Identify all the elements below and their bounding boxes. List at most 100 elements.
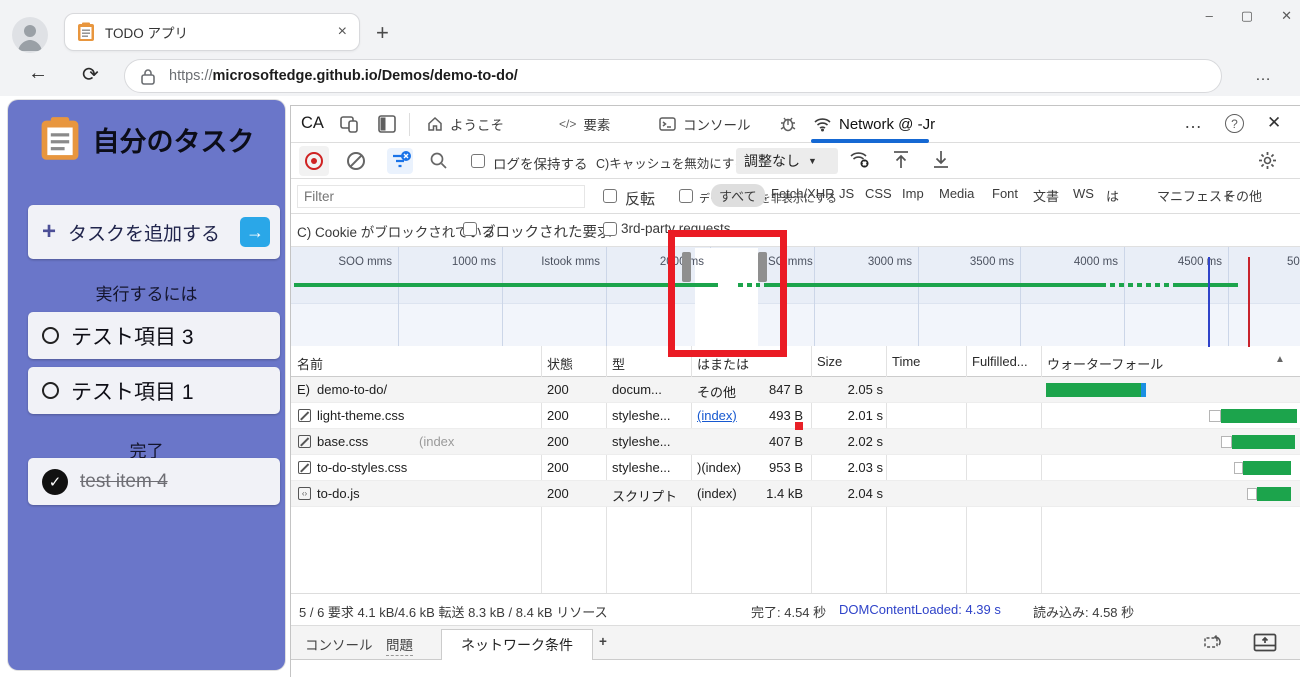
- drawer-dock-icon[interactable]: [1203, 633, 1225, 651]
- browser-tab[interactable]: TODO アプリ ×: [64, 13, 360, 51]
- overview-green-line: [294, 283, 718, 287]
- url-bar[interactable]: https://microsoftedge.github.io/Demos/de…: [124, 59, 1222, 93]
- hide-data-urls-checkbox[interactable]: [679, 189, 693, 203]
- domcontentloaded-time[interactable]: DOMContentLoaded: 4.39 s: [839, 602, 1001, 617]
- export-har-icon[interactable]: [891, 149, 911, 171]
- import-har-icon[interactable]: [931, 149, 951, 171]
- table-row[interactable]: ‹› to-do.js 200 スクリプト (index) 1.4 kB 2.0…: [291, 481, 1300, 507]
- browser-more-menu[interactable]: …: [1255, 67, 1272, 85]
- filter-pill[interactable]: Imp: [902, 186, 924, 201]
- col-status[interactable]: 状態: [547, 354, 573, 373]
- clear-icon[interactable]: [347, 152, 365, 170]
- request-initiator-link[interactable]: (index): [697, 408, 737, 423]
- invert-checkbox[interactable]: [603, 189, 617, 203]
- timeline-tick: 50: [1287, 256, 1300, 268]
- request-type: styleshe...: [612, 408, 671, 423]
- window-maximize-icon[interactable]: ▢: [1241, 8, 1253, 24]
- profile-avatar[interactable]: [12, 17, 48, 53]
- request-size: 1.4 kB: [741, 486, 803, 501]
- disable-cache-label[interactable]: C)キャッシュを無効にする: [596, 153, 747, 172]
- throttling-select[interactable]: 調整なし ▼: [736, 148, 838, 174]
- drawer-tab-network-conditions[interactable]: ネットワーク条件: [441, 629, 593, 660]
- tab-title: TODO アプリ: [105, 22, 338, 42]
- devtools-more-icon[interactable]: …: [1184, 112, 1202, 133]
- filter-pill[interactable]: は: [1106, 186, 1119, 205]
- dock-side-icon[interactable]: [377, 114, 397, 134]
- filter-icon[interactable]: [387, 148, 413, 174]
- filter-pill[interactable]: 文書: [1033, 186, 1059, 205]
- filter-pill[interactable]: WS: [1073, 186, 1094, 201]
- tab-elements[interactable]: </> 要素: [559, 106, 610, 142]
- network-conditions-icon[interactable]: [849, 150, 872, 170]
- unchecked-circle-icon[interactable]: [42, 382, 59, 399]
- request-size: 953 B: [741, 460, 803, 475]
- done-item[interactable]: ✓ test item 4: [28, 458, 280, 505]
- invert-label: 反転: [625, 188, 655, 209]
- table-row[interactable]: to-do-styles.css 200 styleshe... )(index…: [291, 455, 1300, 481]
- preserve-log-label: ログを保持する: [493, 153, 588, 173]
- col-size[interactable]: Size: [817, 354, 842, 369]
- filter-pill[interactable]: Font: [992, 186, 1018, 201]
- col-name[interactable]: 名前: [297, 354, 323, 373]
- filter-pill[interactable]: Fetch/XHR: [771, 186, 835, 201]
- help-icon[interactable]: ?: [1225, 114, 1244, 133]
- timeline-tick: 1000 ms: [452, 256, 496, 268]
- blocked-requests-label: ブロックされた要求: [481, 221, 612, 242]
- waterfall-bar-tip: [1141, 383, 1146, 397]
- drawer-tab-console[interactable]: コンソール: [305, 634, 373, 654]
- table-row[interactable]: E) demo-to-do/ 200 docum... その他 847 B 2.…: [291, 377, 1300, 403]
- timeline-tick: 4500 ms: [1178, 256, 1222, 268]
- submit-task-button[interactable]: →: [240, 217, 270, 247]
- network-overview-timeline[interactable]: SOO mms 1000 ms Istook mms 2000 ms SO mm…: [291, 246, 1300, 346]
- table-row[interactable]: base.css (index 200 styleshe... 407 B 2.…: [291, 429, 1300, 455]
- inspect-element-icon[interactable]: CA: [301, 114, 324, 133]
- request-time: 2.05 s: [821, 382, 883, 397]
- device-emulation-icon[interactable]: [339, 114, 359, 134]
- col-fulfilled[interactable]: Fulfilled...: [972, 354, 1028, 369]
- timeline-tick: 4000 ms: [1074, 256, 1118, 268]
- drawer-expand-icon[interactable]: [1253, 633, 1277, 652]
- filter-pill[interactable]: JS: [839, 186, 854, 201]
- request-name: to-do.js: [317, 486, 360, 501]
- drawer-tab-issues[interactable]: 問題: [386, 634, 413, 656]
- drawer-add-tab-button[interactable]: +: [599, 634, 607, 649]
- devtools-close-icon[interactable]: ✕: [1267, 113, 1281, 133]
- window-close-icon[interactable]: ✕: [1281, 8, 1292, 24]
- todo-item[interactable]: テスト項目 1: [28, 367, 280, 414]
- waterfall-bar: [1243, 461, 1291, 475]
- network-toolbar: ログを保持する C)キャッシュを無効にする 調整なし ▼: [291, 143, 1300, 179]
- search-icon[interactable]: [429, 151, 448, 170]
- sort-arrow-icon[interactable]: ▲: [1275, 354, 1285, 365]
- request-name: demo-to-do/: [317, 382, 387, 397]
- tab-welcome[interactable]: ようこそ: [427, 106, 504, 142]
- checked-circle-icon[interactable]: ✓: [42, 469, 68, 495]
- reload-button[interactable]: ⟳: [82, 62, 99, 87]
- unchecked-circle-icon[interactable]: [42, 327, 59, 344]
- gear-icon[interactable]: [1257, 150, 1278, 171]
- home-icon: [427, 116, 443, 132]
- request-size: 407 B: [741, 434, 803, 449]
- back-button[interactable]: ←: [28, 62, 48, 85]
- todo-item[interactable]: テスト項目 3: [28, 312, 280, 359]
- filter-pill[interactable]: CSS: [865, 186, 892, 201]
- timeline-tick: SOO mms: [338, 256, 392, 268]
- col-waterfall[interactable]: ウォーターフォール: [1047, 354, 1163, 373]
- tab-close-icon[interactable]: ×: [338, 23, 347, 41]
- col-type[interactable]: 型: [612, 354, 625, 373]
- request-time: 2.04 s: [821, 486, 883, 501]
- dcl-marker-line: [1208, 257, 1210, 347]
- preserve-log-checkbox[interactable]: [471, 154, 485, 168]
- tab-console[interactable]: コンソール: [659, 106, 751, 142]
- filter-pill[interactable]: その他: [1223, 186, 1262, 205]
- filter-pill-all[interactable]: すべて: [711, 184, 765, 207]
- add-task-card[interactable]: + タスクを追加する →: [28, 205, 280, 259]
- new-tab-button[interactable]: +: [376, 20, 389, 46]
- col-time[interactable]: Time: [892, 354, 920, 369]
- blocked-requests-checkbox[interactable]: [463, 222, 477, 236]
- tab-network[interactable]: Network @ -Jr: [813, 106, 935, 142]
- filter-pill[interactable]: Media: [939, 186, 974, 201]
- window-minimize-icon[interactable]: –: [1206, 8, 1213, 24]
- filter-input[interactable]: [297, 185, 585, 208]
- bug-icon[interactable]: [779, 115, 797, 133]
- third-party-checkbox[interactable]: [603, 222, 617, 236]
